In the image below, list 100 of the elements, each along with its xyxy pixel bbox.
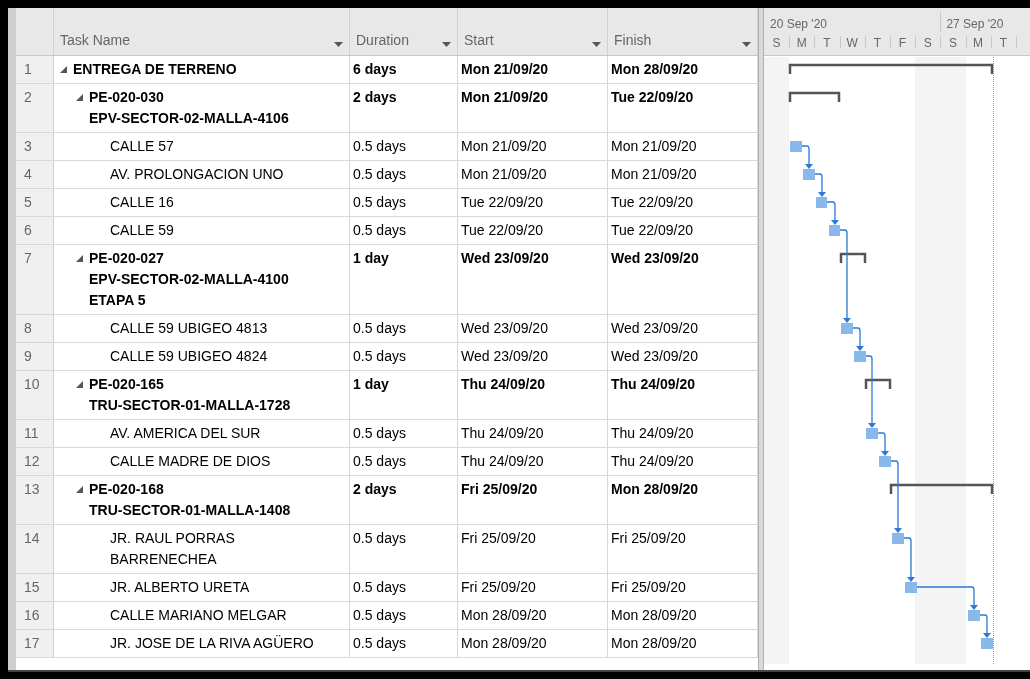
collapse-icon[interactable] xyxy=(60,66,67,73)
column-header: Duration xyxy=(356,31,409,50)
row-number: 5 xyxy=(24,194,32,210)
duration-cell: 0.5 days xyxy=(353,530,406,546)
task-name: PE-020-165 TRU-SECTOR-01-MALLA-1728 xyxy=(89,375,292,415)
start-date-cell: Fri 25/09/20 xyxy=(461,481,538,497)
start-date-cell: Fri 25/09/20 xyxy=(461,530,536,546)
start-date-cell: Thu 24/09/20 xyxy=(461,376,546,392)
duration-cell: 1 day xyxy=(353,376,389,392)
duration-cell: 0.5 days xyxy=(353,425,406,441)
task-name: JR. RAUL PORRAS BARRENECHEA xyxy=(110,529,236,569)
row-number: 10 xyxy=(24,376,40,392)
day-label: M xyxy=(972,35,985,52)
start-date-cell: Wed 23/09/20 xyxy=(461,320,548,336)
row-number: 9 xyxy=(24,348,32,364)
row-number: 6 xyxy=(24,222,32,238)
duration-cell: 0.5 days xyxy=(353,635,406,651)
summary-bar[interactable] xyxy=(864,378,892,389)
collapse-icon[interactable] xyxy=(76,381,83,388)
dependency-arrow xyxy=(826,201,839,225)
finish-date-cell: Wed 23/09/20 xyxy=(611,250,699,266)
start-date-cell: Mon 21/09/20 xyxy=(461,138,547,154)
start-date-cell: Thu 24/09/20 xyxy=(461,453,544,469)
summary-bar[interactable] xyxy=(889,483,994,494)
row-number: 11 xyxy=(24,425,39,441)
dropdown-icon[interactable] xyxy=(592,42,601,47)
row-number: 17 xyxy=(24,635,40,651)
start-date-cell: Mon 21/09/20 xyxy=(461,61,549,77)
dependency-arrow xyxy=(877,432,889,456)
dropdown-icon[interactable] xyxy=(442,42,451,47)
finish-date-cell: Mon 21/09/20 xyxy=(611,166,697,182)
duration-cell: 2 days xyxy=(353,89,397,105)
task-name: ENTREGA DE TERRENO xyxy=(73,60,237,79)
start-date-cell: Mon 21/09/20 xyxy=(461,89,549,105)
day-label: S xyxy=(922,35,933,52)
task-name: CALLE 59 UBIGEO 4813 xyxy=(110,319,268,338)
day-label: S xyxy=(771,35,782,52)
task-name: CALLE 16 xyxy=(110,193,174,212)
start-date-cell: Wed 23/09/20 xyxy=(461,348,548,364)
start-date-cell: Mon 21/09/20 xyxy=(461,166,547,182)
task-name: PE-020-030 EPV-SECTOR-02-MALLA-4106 xyxy=(89,88,290,128)
summary-bar[interactable] xyxy=(788,91,841,102)
row-number: 16 xyxy=(24,607,40,623)
finish-date-cell: Tue 22/09/20 xyxy=(611,194,693,210)
collapse-icon[interactable] xyxy=(76,486,83,493)
duration-cell: 0.5 days xyxy=(353,579,406,595)
finish-date-cell: Mon 28/09/20 xyxy=(611,635,697,651)
day-label: S xyxy=(947,35,958,52)
row-number: 14 xyxy=(24,530,40,546)
dependency-arrow xyxy=(916,586,978,610)
task-name: AV. PROLONGACION UNO xyxy=(110,165,284,184)
duration-cell: 1 day xyxy=(353,250,389,266)
row-number: 7 xyxy=(24,250,32,266)
finish-date-cell: Thu 24/09/20 xyxy=(611,453,694,469)
row-number: 4 xyxy=(24,166,32,182)
summary-bar[interactable] xyxy=(839,252,867,263)
duration-cell: 0.5 days xyxy=(353,320,406,336)
start-date-cell: Fri 25/09/20 xyxy=(461,579,536,595)
start-date-cell: Mon 28/09/20 xyxy=(461,635,547,651)
row-number: 12 xyxy=(24,453,40,469)
row-number: 1 xyxy=(24,61,32,77)
task-name: CALLE 59 xyxy=(110,221,174,240)
start-date-cell: Thu 24/09/20 xyxy=(461,425,544,441)
row-number: 3 xyxy=(24,138,32,154)
finish-date-cell: Mon 21/09/20 xyxy=(611,138,697,154)
dependency-arrow xyxy=(814,173,826,197)
task-name: CALLE 57 xyxy=(110,137,174,156)
start-date-cell: Mon 28/09/20 xyxy=(461,607,547,623)
duration-cell: 0.5 days xyxy=(353,166,406,182)
finish-date-cell: Wed 23/09/20 xyxy=(611,320,698,336)
finish-date-cell: Mon 28/09/20 xyxy=(611,481,699,497)
column-header: Start xyxy=(464,31,494,50)
day-label: F xyxy=(897,35,908,52)
dropdown-icon[interactable] xyxy=(334,42,343,47)
summary-bar[interactable] xyxy=(788,63,994,74)
row-number: 13 xyxy=(24,481,40,497)
duration-cell: 0.5 days xyxy=(353,194,406,210)
duration-cell: 0.5 days xyxy=(353,607,406,623)
column-header: Finish xyxy=(614,31,652,50)
dependency-arrow xyxy=(852,327,864,351)
collapse-icon[interactable] xyxy=(76,94,83,101)
start-date-cell: Wed 23/09/20 xyxy=(461,250,549,266)
collapse-icon[interactable] xyxy=(76,255,83,262)
duration-cell: 2 days xyxy=(353,481,397,497)
day-label: M xyxy=(795,35,808,52)
task-name: PE-020-168 TRU-SECTOR-01-MALLA-1408 xyxy=(89,480,292,520)
duration-cell: 0.5 days xyxy=(353,453,406,469)
row-number: 8 xyxy=(24,320,32,336)
day-label: T xyxy=(822,35,832,52)
day-label: T xyxy=(872,35,882,52)
row-number: 15 xyxy=(24,579,40,595)
dropdown-icon[interactable] xyxy=(742,42,751,47)
dependency-arrow xyxy=(903,537,915,582)
task-name: CALLE MARIANO MELGAR xyxy=(110,606,287,625)
finish-date-cell: Thu 24/09/20 xyxy=(611,376,696,392)
duration-cell: 0.5 days xyxy=(353,138,406,154)
column-header: Task Name xyxy=(60,31,131,50)
finish-date-cell: Thu 24/09/20 xyxy=(611,425,694,441)
task-name: AV. AMERICA DEL SUR xyxy=(110,424,261,443)
day-label: W xyxy=(845,35,859,52)
